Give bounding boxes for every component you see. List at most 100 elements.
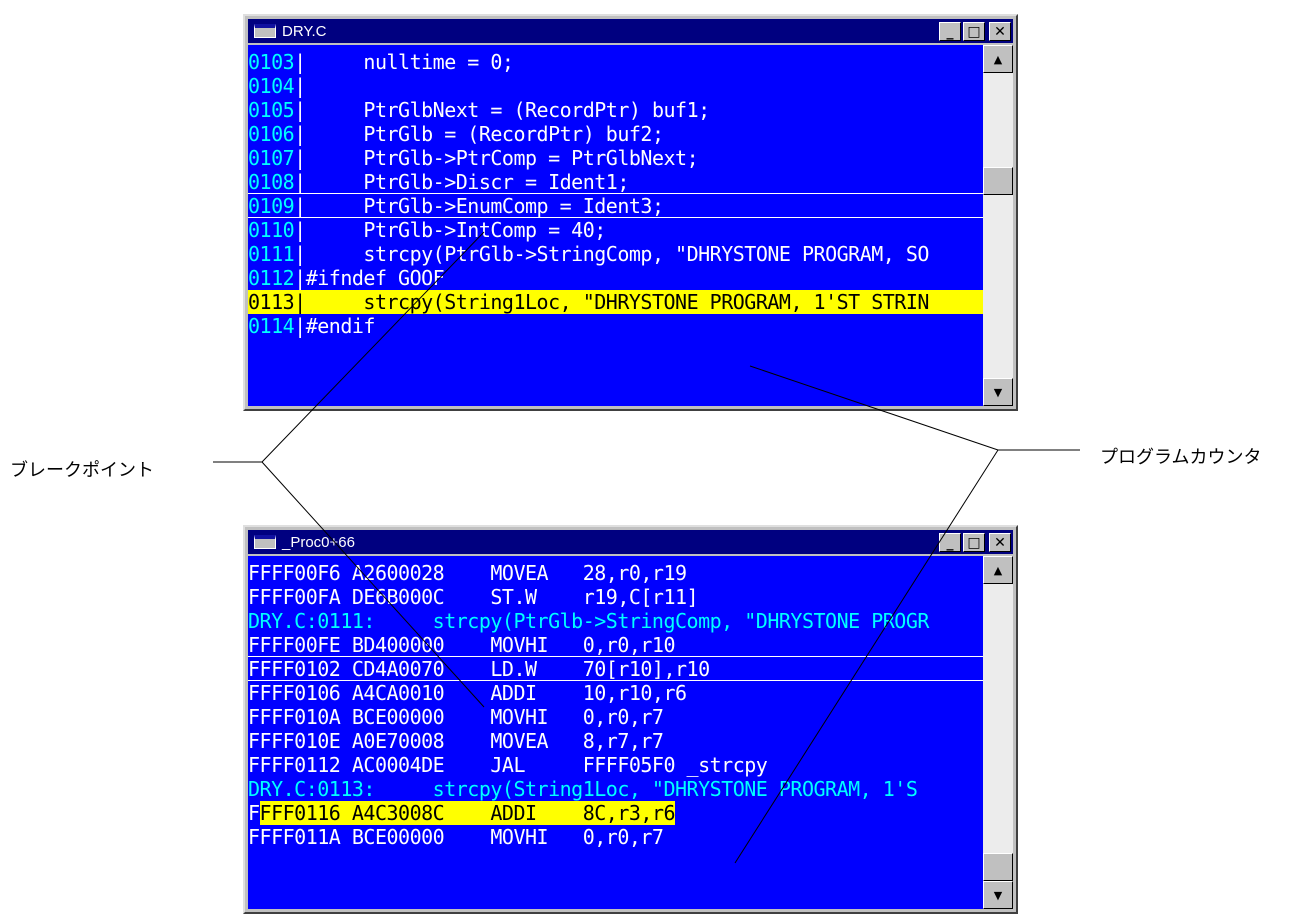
scroll-down-icon[interactable]: ▼ <box>983 881 1013 909</box>
source-line[interactable]: 0108| PtrGlb->Discr = Ident1; <box>248 170 984 194</box>
source-code: PtrGlb->Discr = Ident1; <box>305 170 629 194</box>
source-code: nulltime = 0; <box>305 50 514 74</box>
minimize-icon[interactable]: _ <box>939 533 961 552</box>
source-code: PtrGlb->PtrComp = PtrGlbNext; <box>305 146 699 170</box>
source-code: strcpy(PtrGlb->StringComp, "DHRYSTONE PR… <box>305 242 929 266</box>
line-number: 0111 <box>248 242 295 266</box>
line-separator: | <box>294 74 306 98</box>
line-separator: | <box>294 98 306 122</box>
maximize-icon[interactable]: □ <box>963 533 985 552</box>
instruction-text: FFFF0102 CD4A0070 LD.W 70[r10],r10 <box>248 657 710 681</box>
program-counter-callout-label: プログラムカウンタ <box>1100 447 1262 468</box>
scroll-thumb[interactable] <box>983 167 1013 195</box>
breakpoint-marker-line <box>248 217 984 218</box>
line-separator: | <box>294 314 306 338</box>
disassembly-line[interactable]: FFFF0112 AC0004DE JAL FFFF05F0 _strcpy <box>248 753 984 777</box>
instruction-text: DRY.C:0113: strcpy(String1Loc, "DHRYSTON… <box>248 777 918 801</box>
disassembly-window-titlebar[interactable]: _Proc0+66 _ □ ✕ <box>248 530 1013 554</box>
source-line[interactable]: 0105| PtrGlbNext = (RecordPtr) buf1; <box>248 98 984 122</box>
line-number: 0108 <box>248 170 295 194</box>
line-number: 0104 <box>248 74 295 98</box>
disassembly-line[interactable]: FFFF011A BCE00000 MOVHI 0,r0,r7 <box>248 825 984 849</box>
source-label-line[interactable]: DRY.C:0111: strcpy(PtrGlb->StringComp, "… <box>248 609 984 633</box>
breakpoint-marker-line <box>248 680 984 681</box>
source-code: strcpy(String1Loc, "DHRYSTONE PROGRAM, 1… <box>305 290 929 314</box>
disassembly-vertical-scrollbar[interactable]: ▲ ▼ <box>983 556 1013 909</box>
line-number: 0106 <box>248 122 295 146</box>
source-line[interactable]: 0107| PtrGlb->PtrComp = PtrGlbNext; <box>248 146 984 170</box>
minimize-icon[interactable]: _ <box>939 22 961 41</box>
disassembly-line[interactable]: FFFF00FA DE6B000C ST.W r19,C[r11] <box>248 585 984 609</box>
instruction-text: FFFF010E A0E70008 MOVEA 8,r7,r7 <box>248 729 664 753</box>
source-line[interactable]: 0112|#ifndef GOOF <box>248 266 984 290</box>
source-window-title: DRY.C <box>282 22 327 40</box>
line-number: 0107 <box>248 146 295 170</box>
line-number: 0110 <box>248 218 295 242</box>
disassembly-line[interactable]: FFFF010E A0E70008 MOVEA 8,r7,r7 <box>248 729 984 753</box>
scroll-thumb[interactable] <box>983 853 1013 881</box>
line-separator: | <box>294 194 306 218</box>
line-separator: | <box>294 266 306 290</box>
disassembly-window-title: _Proc0+66 <box>282 533 355 551</box>
line-number: 0112 <box>248 266 295 290</box>
window-icon <box>254 24 276 38</box>
source-window: DRY.C _ □ ✕ 0103| nulltime = 0; 0104| 0105… <box>243 14 1018 411</box>
disassembly-line[interactable]: FFFF0102 CD4A0070 LD.W 70[r10],r10 <box>248 657 984 681</box>
source-code: #ifndef GOOF <box>305 266 445 290</box>
source-line[interactable]: 0110| PtrGlb->IntComp = 40; <box>248 218 984 242</box>
source-label-line[interactable]: DRY.C:0113: strcpy(String1Loc, "DHRYSTON… <box>248 777 984 801</box>
disassembly-line[interactable]: FFFF0106 A4CA0010 ADDI 10,r10,r6 <box>248 681 984 705</box>
source-code-pane[interactable]: 0103| nulltime = 0; 0104| 0105| PtrGlbNext… <box>248 45 984 406</box>
source-window-titlebar[interactable]: DRY.C _ □ ✕ <box>248 19 1013 43</box>
source-line[interactable]: 0109| PtrGlb->EnumComp = Ident3; <box>248 194 984 218</box>
scroll-up-icon[interactable]: ▲ <box>983 556 1013 584</box>
source-code: PtrGlbNext = (RecordPtr) buf1; <box>305 98 710 122</box>
instruction-text: FFFF011A BCE00000 MOVHI 0,r0,r7 <box>248 825 664 849</box>
breakpoint-callout-label: ブレークポイント <box>10 460 154 481</box>
scroll-down-icon[interactable]: ▼ <box>983 378 1013 406</box>
line-separator: | <box>294 122 306 146</box>
instruction-text: FFFF0106 A4CA0010 ADDI 10,r10,r6 <box>248 681 687 705</box>
line-separator: | <box>294 146 306 170</box>
maximize-icon[interactable]: □ <box>963 22 985 41</box>
instruction-text: FFFF010A BCE00000 MOVHI 0,r0,r7 <box>248 705 664 729</box>
source-code: #endif <box>305 314 376 338</box>
address-prefix: F <box>248 801 260 825</box>
line-number: 0103 <box>248 50 295 74</box>
close-icon[interactable]: ✕ <box>989 22 1011 41</box>
source-line[interactable]: 0106| PtrGlb = (RecordPtr) buf2; <box>248 122 984 146</box>
line-separator: | <box>294 218 306 242</box>
disassembly-pane[interactable]: FFFF00F6 A2600028 MOVEA 28,r0,r19 FFFF00F… <box>248 556 984 909</box>
program-counter-line[interactable]: 0113| strcpy(String1Loc, "DHRYSTONE PROG… <box>248 290 984 314</box>
window-icon <box>254 535 276 549</box>
source-code: PtrGlb = (RecordPtr) buf2; <box>305 122 664 146</box>
line-number: 0113 <box>248 290 295 314</box>
instruction-text: FFFF0112 AC0004DE JAL FFFF05F0 _strcpy <box>248 753 768 777</box>
instruction-text: FFFF00F6 A2600028 MOVEA 28,r0,r19 <box>248 561 687 585</box>
instruction-text: FFF0116 A4C3008C ADDI 8C,r3,r6 <box>259 801 676 825</box>
source-line[interactable]: 0103| nulltime = 0; <box>248 50 984 74</box>
line-separator: | <box>294 242 306 266</box>
source-line[interactable]: 0114|#endif <box>248 314 984 338</box>
instruction-text: FFFF00FA DE6B000C ST.W r19,C[r11] <box>248 585 699 609</box>
instruction-text: DRY.C:0111: strcpy(PtrGlb->StringComp, "… <box>248 609 929 633</box>
source-line[interactable]: 0111| strcpy(PtrGlb->StringComp, "DHRYST… <box>248 242 984 266</box>
line-number: 0114 <box>248 314 295 338</box>
source-vertical-scrollbar[interactable]: ▲ ▼ <box>983 45 1013 406</box>
scroll-up-icon[interactable]: ▲ <box>983 45 1013 73</box>
source-code: PtrGlb->IntComp = 40; <box>305 218 606 242</box>
line-separator: | <box>294 50 306 74</box>
source-line[interactable]: 0104| <box>248 74 984 98</box>
disassembly-line[interactable]: FFFF00FE BD400000 MOVHI 0,r0,r10 <box>248 633 984 657</box>
line-number: 0109 <box>248 194 295 218</box>
line-separator: | <box>294 290 306 314</box>
disassembly-line[interactable]: FFFF00F6 A2600028 MOVEA 28,r0,r19 <box>248 561 984 585</box>
disassembly-window: _Proc0+66 _ □ ✕ FFFF00F6 A2600028 MOVEA … <box>243 525 1018 914</box>
instruction-text: FFFF00FE BD400000 MOVHI 0,r0,r10 <box>248 633 676 657</box>
breakpoint-marker-line <box>248 193 984 194</box>
line-number: 0105 <box>248 98 295 122</box>
disassembly-line[interactable]: FFFF010A BCE00000 MOVHI 0,r0,r7 <box>248 705 984 729</box>
close-icon[interactable]: ✕ <box>989 533 1011 552</box>
program-counter-line[interactable]: FFFF0116 A4C3008C ADDI 8C,r3,r6 <box>248 801 984 825</box>
line-separator: | <box>294 170 306 194</box>
